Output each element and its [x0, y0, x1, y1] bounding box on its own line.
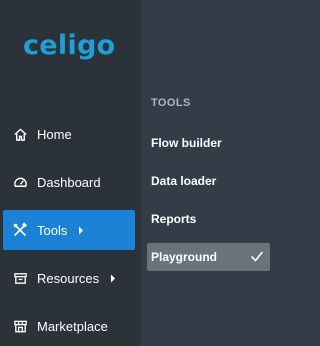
nav-item-label: Resources [37, 270, 100, 286]
nav-item-label: Marketplace [37, 318, 108, 334]
chevron-right-icon [110, 274, 116, 283]
marketplace-icon [12, 318, 28, 334]
flyout-item-label: Flow builder [151, 136, 222, 150]
sidebar: celigo Home Dashboard Tools Resources Ma… [0, 0, 141, 346]
flyout-heading: TOOLS [151, 97, 191, 109]
nav-item-label: Dashboard [37, 174, 101, 190]
chevron-right-icon [78, 226, 84, 235]
flyout-item-label: Reports [151, 212, 197, 226]
tools-icon [12, 222, 28, 238]
nav-item-resources[interactable]: Resources [3, 258, 135, 298]
flyout-item-flow-builder[interactable]: Flow builder [147, 129, 270, 157]
dashboard-gauge-icon [12, 174, 28, 190]
resources-icon [12, 270, 28, 286]
nav-item-tools[interactable]: Tools [3, 210, 135, 250]
nav-item-label: Tools [37, 222, 68, 238]
nav-item-home[interactable]: Home [3, 114, 135, 154]
flyout-item-playground[interactable]: Playground [147, 243, 270, 271]
nav-item-dashboard[interactable]: Dashboard [3, 162, 135, 202]
flyout-item-label: Data loader [151, 174, 217, 188]
flyout-item-reports[interactable]: Reports [147, 205, 270, 233]
nav-item-label: Home [37, 126, 72, 142]
flyout-item-label: Playground [151, 250, 218, 264]
nav-item-marketplace[interactable]: Marketplace [3, 306, 135, 346]
tools-flyout-menu: TOOLS Flow builder Data loader Reports P… [141, 0, 276, 346]
checkmark-icon [251, 251, 263, 265]
flyout-item-data-loader[interactable]: Data loader [147, 167, 270, 195]
celigo-logo[interactable]: celigo [23, 30, 116, 62]
home-icon [12, 126, 28, 142]
